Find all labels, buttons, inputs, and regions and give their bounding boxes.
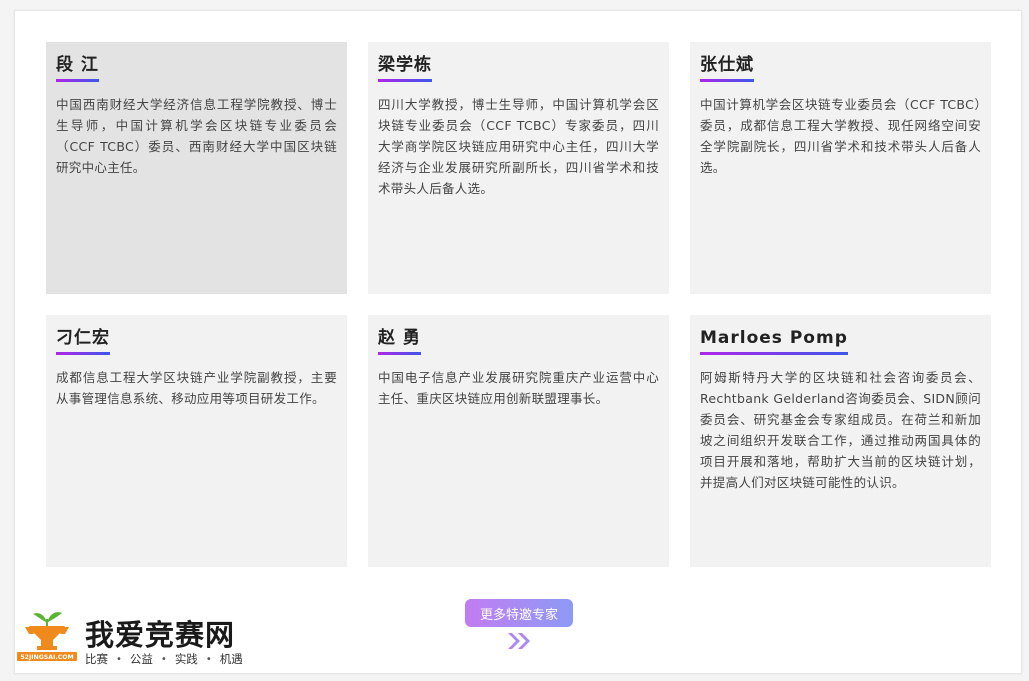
tag-separator: • (116, 653, 122, 665)
expert-bio: 中国电子信息产业发展研究院重庆产业运营中心主任、重庆区块链应用创新联盟理事长。 (378, 370, 659, 406)
expert-name-wrap: 段 江 (56, 54, 99, 82)
expert-card-3[interactable]: 张仕斌 中国计算机学会区块链专业委员会（CCF TCBC）委员，成都信息工程大学… (690, 42, 991, 294)
expert-name: Marloes Pomp (700, 328, 848, 348)
logo-tag: 比赛 (85, 652, 108, 666)
logo-tag: 公益 (129, 652, 153, 666)
tag-separator: • (205, 653, 212, 665)
name-underline (378, 79, 432, 82)
expert-card-1[interactable]: 段 江 中国西南财经大学经济信息工程学院教授、博士生导师，中国计算机学会区块链专… (46, 42, 347, 294)
name-underline (378, 352, 421, 355)
expert-card-2[interactable]: 梁学栋 四川大学教授，博士生导师，中国计算机学会区块链专业委员会（CCF TCB… (368, 42, 669, 294)
expert-name: 赵 勇 (378, 328, 421, 348)
logo-tagline: 比赛 • 公益 • 实践 • 机遇 (85, 651, 243, 667)
expert-bio: 阿姆斯特丹大学的区块链和社会咨询委员会、Rechtbank Gelderland… (700, 370, 981, 490)
expert-bio: 中国计算机学会区块链专业委员会（CCF TCBC）委员，成都信息工程大学教授、现… (700, 97, 981, 175)
expert-card-6[interactable]: Marloes Pomp 阿姆斯特丹大学的区块链和社会咨询委员会、Rechtba… (690, 315, 991, 567)
svg-text:52JINGSAI.COM: 52JINGSAI.COM (20, 654, 73, 661)
logo-tag: 机遇 (219, 652, 243, 666)
logo-title: 我爱竞赛网 (85, 618, 236, 652)
site-logo[interactable]: 52JINGSAI.COM 我爱竞赛网 比赛 • 公益 • 实践 • 机遇 (15, 606, 275, 670)
expert-grid: 段 江 中国西南财经大学经济信息工程学院教授、博士生导师，中国计算机学会区块链专… (46, 42, 992, 567)
expert-name-wrap: 张仕斌 (700, 54, 754, 82)
name-underline (700, 79, 754, 82)
name-underline (56, 352, 110, 355)
name-underline (56, 79, 99, 82)
expert-name-wrap: 赵 勇 (378, 327, 421, 355)
expert-bio: 中国西南财经大学经济信息工程学院教授、博士生导师，中国计算机学会区块链专业委员会… (56, 97, 337, 175)
more-experts-button[interactable]: 更多特邀专家 (465, 599, 573, 627)
expert-name: 梁学栋 (378, 55, 432, 75)
expert-name: 刁仁宏 (56, 328, 110, 348)
expert-name-wrap: 梁学栋 (378, 54, 432, 82)
logo-tag: 实践 (174, 652, 198, 666)
expert-name-wrap: 刁仁宏 (56, 327, 110, 355)
page-frame: 段 江 中国西南财经大学经济信息工程学院教授、博士生导师，中国计算机学会区块链专… (14, 10, 1022, 674)
expert-bio: 四川大学教授，博士生导师，中国计算机学会区块链专业委员会（CCF TCBC）专家… (378, 97, 659, 196)
expert-bio: 成都信息工程大学区块链产业学院副教授，主要从事管理信息系统、移动应用等项目研发工… (56, 370, 337, 406)
expert-name-wrap: Marloes Pomp (700, 327, 848, 355)
expert-card-5[interactable]: 赵 勇 中国电子信息产业发展研究院重庆产业运营中心主任、重庆区块链应用创新联盟理… (368, 315, 669, 567)
trophy-sprout-logo-icon: 52JINGSAI.COM (17, 612, 77, 661)
expert-name: 张仕斌 (700, 55, 754, 75)
tag-separator: • (160, 653, 167, 665)
double-chevron-right-icon[interactable] (505, 631, 535, 651)
expert-card-4[interactable]: 刁仁宏 成都信息工程大学区块链产业学院副教授，主要从事管理信息系统、移动应用等项… (46, 315, 347, 567)
name-underline (700, 352, 848, 355)
expert-name: 段 江 (56, 55, 99, 75)
